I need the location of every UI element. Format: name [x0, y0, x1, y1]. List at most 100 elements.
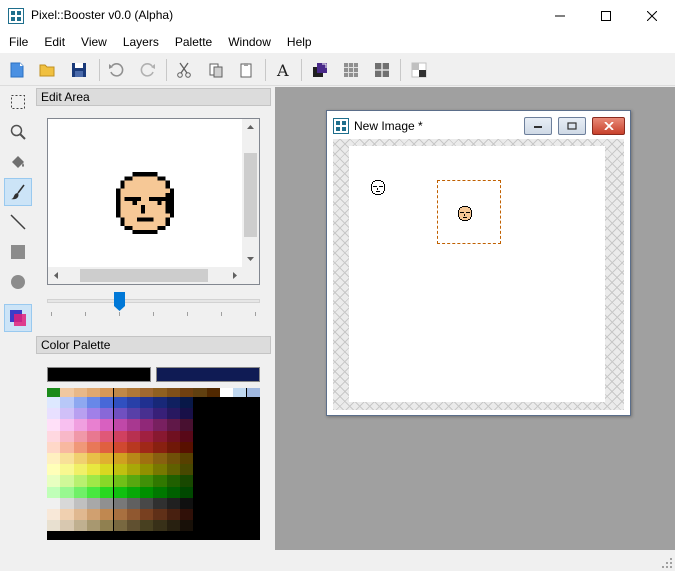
palette-color[interactable]: [166, 497, 180, 509]
grid-button[interactable]: [340, 59, 362, 81]
palette-color[interactable]: [140, 419, 154, 431]
palette-color[interactable]: [153, 475, 167, 487]
palette-color[interactable]: [113, 475, 127, 487]
palette-color[interactable]: [86, 475, 101, 487]
palette-color[interactable]: [86, 509, 101, 521]
palette-color[interactable]: [126, 453, 141, 465]
palette-color[interactable]: [140, 430, 154, 442]
palette-color[interactable]: [180, 388, 194, 397]
palette-color[interactable]: [180, 397, 194, 409]
palette-color[interactable]: [140, 397, 154, 409]
palette-color[interactable]: [126, 419, 141, 431]
palette-grid[interactable]: [47, 388, 260, 540]
menu-edit[interactable]: Edit: [35, 31, 72, 53]
undo-button[interactable]: [105, 59, 127, 81]
palette-color[interactable]: [126, 408, 141, 420]
palette-color[interactable]: [166, 441, 180, 453]
palette-color[interactable]: [153, 441, 167, 453]
palette-color[interactable]: [166, 464, 180, 476]
palette-color[interactable]: [100, 475, 114, 487]
tool-brush[interactable]: [4, 178, 32, 206]
palette-color[interactable]: [100, 464, 114, 476]
swap-colors-button[interactable]: [309, 59, 331, 81]
palette-color[interactable]: [113, 520, 127, 532]
open-button[interactable]: [36, 59, 58, 81]
palette-color[interactable]: [47, 520, 61, 532]
zoom-slider-thumb[interactable]: [114, 292, 125, 311]
palette-color[interactable]: [166, 475, 180, 487]
palette-color[interactable]: [180, 441, 194, 453]
image-window-title-bar[interactable]: New Image *: [327, 111, 630, 138]
redo-button[interactable]: [137, 59, 159, 81]
palette-color[interactable]: [153, 520, 167, 532]
palette-color[interactable]: [100, 520, 114, 532]
palette-color[interactable]: [113, 397, 127, 409]
palette-color[interactable]: [60, 464, 74, 476]
palette-color[interactable]: [113, 430, 127, 442]
palette-color[interactable]: [153, 464, 167, 476]
palette-color[interactable]: [60, 475, 74, 487]
palette-color[interactable]: [47, 475, 61, 487]
palette-color[interactable]: [47, 486, 61, 498]
menu-palette[interactable]: Palette: [166, 31, 219, 53]
new-button[interactable]: [6, 59, 28, 81]
palette-color[interactable]: [113, 408, 127, 420]
palette-color[interactable]: [73, 441, 87, 453]
palette-color[interactable]: [100, 408, 114, 420]
palette-color[interactable]: [180, 486, 194, 498]
palette-color[interactable]: [60, 509, 74, 521]
palette-color[interactable]: [180, 430, 194, 442]
palette-color[interactable]: [73, 408, 87, 420]
image-restore-button[interactable]: [558, 117, 586, 135]
palette-color[interactable]: [153, 388, 167, 397]
palette-color[interactable]: [166, 520, 180, 532]
palette-color[interactable]: [86, 520, 101, 532]
resize-grip-icon[interactable]: [661, 557, 673, 569]
palette-color[interactable]: [193, 388, 207, 397]
palette-color[interactable]: [86, 453, 101, 465]
palette-color[interactable]: [140, 453, 154, 465]
tool-rect-select[interactable]: [4, 88, 32, 116]
palette-color[interactable]: [86, 388, 101, 397]
palette-color[interactable]: [100, 397, 114, 409]
palette-color[interactable]: [126, 475, 141, 487]
palette-color[interactable]: [60, 408, 74, 420]
palette-color[interactable]: [100, 453, 114, 465]
text-button[interactable]: A: [272, 59, 294, 81]
scroll-up-icon[interactable]: [242, 119, 259, 136]
palette-color[interactable]: [86, 430, 101, 442]
palette-color[interactable]: [206, 388, 220, 397]
palette-color[interactable]: [86, 408, 101, 420]
palette-color[interactable]: [60, 520, 74, 532]
palette-color[interactable]: [166, 430, 180, 442]
palette-color[interactable]: [153, 497, 167, 509]
palette-color[interactable]: [140, 441, 154, 453]
palette-color[interactable]: [73, 464, 87, 476]
palette-color[interactable]: [47, 397, 61, 409]
palette-color[interactable]: [73, 475, 87, 487]
palette-color[interactable]: [73, 520, 87, 532]
palette-color[interactable]: [60, 430, 74, 442]
palette-color[interactable]: [126, 497, 141, 509]
palette-color[interactable]: [73, 397, 87, 409]
selection-marquee[interactable]: [437, 180, 501, 244]
palette-color[interactable]: [153, 397, 167, 409]
menu-help[interactable]: Help: [278, 31, 319, 53]
palette-color[interactable]: [47, 464, 61, 476]
scroll-right-icon[interactable]: [226, 267, 243, 284]
palette-color[interactable]: [113, 441, 127, 453]
palette-color[interactable]: [180, 408, 194, 420]
palette-color[interactable]: [219, 388, 234, 397]
palette-color[interactable]: [113, 509, 127, 521]
palette-color[interactable]: [113, 388, 127, 397]
palette-color[interactable]: [126, 486, 141, 498]
image-canvas[interactable]: [349, 146, 605, 402]
transparency-button[interactable]: [408, 59, 430, 81]
palette-color[interactable]: [113, 497, 127, 509]
palette-color[interactable]: [60, 388, 74, 397]
palette-color[interactable]: [113, 453, 127, 465]
tool-fill-bucket[interactable]: [4, 148, 32, 176]
palette-color[interactable]: [126, 441, 141, 453]
palette-color[interactable]: [100, 441, 114, 453]
palette-color[interactable]: [73, 388, 87, 397]
